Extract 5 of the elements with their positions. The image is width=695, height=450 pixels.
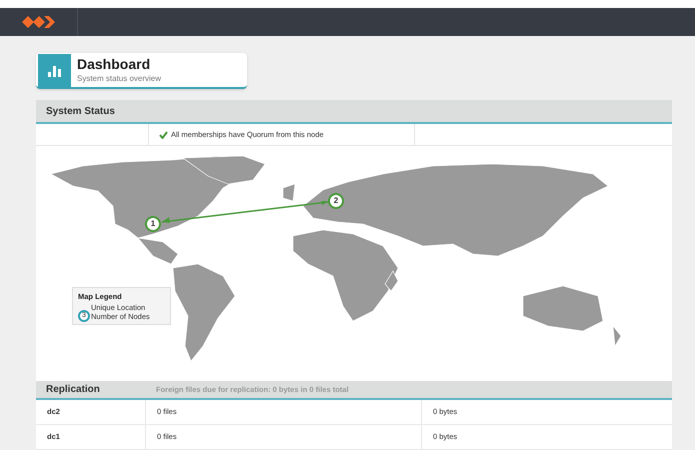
page-title: Dashboard bbox=[77, 56, 152, 72]
page-subtitle: System status overview bbox=[77, 72, 162, 84]
panel-title: System Status bbox=[46, 104, 115, 118]
replication-title: Replication bbox=[45, 383, 101, 397]
logo-icon[interactable] bbox=[22, 15, 56, 29]
